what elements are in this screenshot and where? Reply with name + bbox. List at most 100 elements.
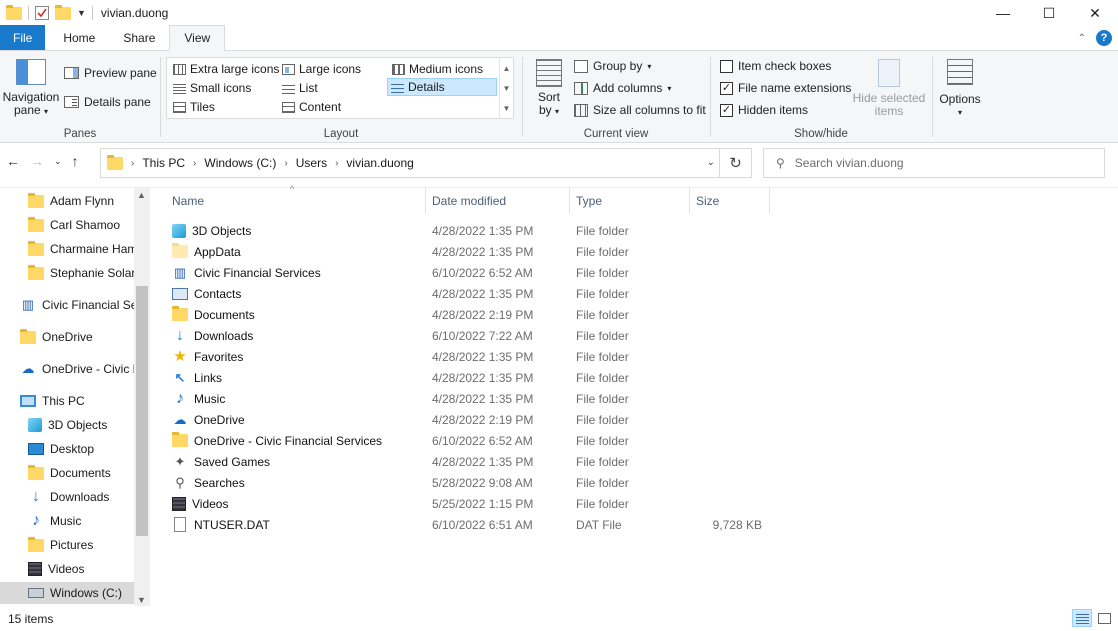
hidden-items-toggle[interactable]: ✓ Hidden items bbox=[720, 103, 808, 117]
chevron-right-icon[interactable]: › bbox=[284, 158, 287, 169]
file-name-cell[interactable]: ↖ Links bbox=[172, 367, 222, 388]
file-row[interactable]: ⚲ Searches 5/28/2022 9:08 AM File folder bbox=[166, 472, 766, 493]
chevron-right-icon[interactable]: › bbox=[193, 158, 196, 169]
column-header-date[interactable]: Date modified bbox=[426, 188, 570, 214]
scrollbar-thumb[interactable] bbox=[136, 286, 148, 536]
large-icons-option[interactable]: Large icons bbox=[279, 60, 364, 78]
file-name-cell[interactable]: Contacts bbox=[172, 283, 241, 304]
column-header-name[interactable]: Name bbox=[166, 188, 426, 214]
breadcrumb-this-pc[interactable]: This PC bbox=[142, 156, 185, 170]
close-button[interactable]: ✕ bbox=[1072, 0, 1118, 26]
nav-item[interactable]: ♪ Music bbox=[0, 510, 134, 532]
nav-item[interactable]: This PC bbox=[0, 390, 134, 412]
medium-icons-option[interactable]: Medium icons bbox=[389, 60, 486, 78]
file-row[interactable]: ↓ Downloads 6/10/2022 7:22 AM File folder bbox=[166, 325, 766, 346]
up-arrow-icon[interactable]: ↑ bbox=[72, 153, 79, 169]
search-box[interactable]: ⚲ Search vivian.duong bbox=[763, 148, 1105, 178]
tab-home[interactable]: Home bbox=[49, 25, 109, 50]
breadcrumb-vivian-duong[interactable]: vivian.duong bbox=[346, 156, 413, 170]
file-row[interactable]: Documents 4/28/2022 2:19 PM File folder bbox=[166, 304, 766, 325]
maximize-button[interactable]: ☐ bbox=[1026, 0, 1072, 26]
file-name-cell[interactable]: ⚲ Searches bbox=[172, 472, 244, 493]
properties-icon[interactable] bbox=[35, 6, 49, 20]
file-row[interactable]: AppData 4/28/2022 1:35 PM File folder bbox=[166, 241, 766, 262]
file-row[interactable]: ✦ Saved Games 4/28/2022 1:35 PM File folder bbox=[166, 451, 766, 472]
tiles-option[interactable]: Tiles bbox=[170, 98, 218, 116]
details-option[interactable]: Details bbox=[387, 78, 497, 96]
file-name-extensions-checkbox[interactable]: ✓ bbox=[720, 81, 733, 95]
refresh-button[interactable]: ↻ bbox=[720, 148, 752, 178]
nav-item[interactable]: Documents bbox=[0, 462, 134, 484]
nav-item[interactable]: Adam Flynn bbox=[0, 190, 134, 212]
scroll-down-icon[interactable]: ▼ bbox=[137, 595, 146, 605]
nav-item[interactable]: Stephanie Solare bbox=[0, 262, 134, 284]
small-icons-option[interactable]: Small icons bbox=[170, 79, 254, 97]
file-row[interactable]: NTUSER.DAT 6/10/2022 6:51 AM DAT File 9,728… bbox=[166, 514, 766, 535]
nav-scrollbar[interactable]: ▲ ▼ bbox=[134, 188, 150, 606]
tab-share[interactable]: Share bbox=[109, 25, 169, 50]
file-row[interactable]: Contacts 4/28/2022 1:35 PM File folder bbox=[166, 283, 766, 304]
collapse-ribbon-icon[interactable]: ⌃ bbox=[1078, 33, 1086, 44]
nav-item[interactable]: Windows (C:) bbox=[0, 582, 134, 604]
layout-gallery-scroll[interactable]: ▲ ▼ ▼ bbox=[499, 58, 513, 118]
add-columns-button[interactable]: Add columns ▾ bbox=[574, 81, 671, 95]
back-arrow-icon[interactable]: ← bbox=[6, 153, 20, 169]
column-header-type[interactable]: Type bbox=[570, 188, 690, 214]
minimize-button[interactable]: — bbox=[980, 0, 1026, 26]
hidden-items-checkbox[interactable]: ✓ bbox=[720, 103, 733, 117]
file-row[interactable]: ☁ OneDrive 4/28/2022 2:19 PM File folder bbox=[166, 409, 766, 430]
chevron-right-icon[interactable]: › bbox=[335, 158, 338, 169]
scroll-down-icon[interactable]: ▼ bbox=[503, 84, 511, 93]
customize-toolbar-icon[interactable]: ▼ bbox=[77, 8, 86, 18]
item-check-boxes-checkbox[interactable] bbox=[720, 59, 733, 73]
file-name-cell[interactable]: ▥ Civic Financial Services bbox=[172, 262, 321, 283]
help-icon[interactable]: ? bbox=[1096, 30, 1112, 46]
file-name-cell[interactable]: ☁ OneDrive bbox=[172, 409, 245, 430]
forward-arrow-icon[interactable]: → bbox=[30, 153, 44, 169]
tab-file[interactable]: File bbox=[0, 25, 46, 50]
extra-large-icons-option[interactable]: Extra large icons bbox=[170, 60, 282, 78]
tab-view[interactable]: View bbox=[169, 25, 226, 51]
file-name-cell[interactable]: ★ Favorites bbox=[172, 346, 243, 367]
file-name-extensions-toggle[interactable]: ✓ File name extensions bbox=[720, 81, 851, 95]
column-header-size[interactable]: Size bbox=[690, 188, 770, 214]
new-folder-icon[interactable] bbox=[55, 4, 71, 20]
address-bar[interactable]: › This PC › Windows (C:) › Users › vivia… bbox=[100, 148, 720, 178]
large-icons-view-button[interactable] bbox=[1094, 609, 1114, 627]
size-all-columns-button[interactable]: Size all columns to fit bbox=[574, 103, 706, 117]
nav-item[interactable]: OneDrive bbox=[0, 326, 134, 348]
details-pane-button[interactable]: Details pane bbox=[64, 95, 151, 109]
list-option[interactable]: List bbox=[279, 79, 321, 97]
file-name-cell[interactable]: ♪ Music bbox=[172, 388, 225, 409]
file-name-cell[interactable]: AppData bbox=[172, 241, 241, 262]
file-row[interactable]: ♪ Music 4/28/2022 1:35 PM File folder bbox=[166, 388, 766, 409]
address-dropdown-icon[interactable]: ⌄ bbox=[707, 157, 715, 168]
file-name-cell[interactable]: OneDrive - Civic Financial Services bbox=[172, 430, 382, 451]
file-row[interactable]: ↖ Links 4/28/2022 1:35 PM File folder bbox=[166, 367, 766, 388]
file-row[interactable]: Videos 5/25/2022 1:15 PM File folder bbox=[166, 493, 766, 514]
file-row[interactable]: OneDrive - Civic Financial Services 6/10/… bbox=[166, 430, 766, 451]
options-button[interactable]: Options ▾ bbox=[936, 59, 984, 119]
nav-item[interactable]: ▥ Civic Financial Ser bbox=[0, 294, 134, 316]
nav-item[interactable]: ↓ Downloads bbox=[0, 486, 134, 508]
nav-item[interactable]: Desktop bbox=[0, 438, 134, 460]
recent-locations-icon[interactable]: ⌄ bbox=[54, 156, 62, 167]
nav-item[interactable]: Videos bbox=[0, 558, 134, 580]
group-by-button[interactable]: Group by ▾ bbox=[574, 59, 651, 73]
chevron-right-icon[interactable]: › bbox=[131, 158, 134, 169]
nav-item[interactable]: Charmaine Ham bbox=[0, 238, 134, 260]
file-row[interactable]: ★ Favorites 4/28/2022 1:35 PM File folder bbox=[166, 346, 766, 367]
file-name-cell[interactable]: ↓ Downloads bbox=[172, 325, 253, 346]
file-row[interactable]: 3D Objects 4/28/2022 1:35 PM File folder bbox=[166, 220, 766, 241]
item-check-boxes-toggle[interactable]: Item check boxes bbox=[720, 59, 831, 73]
file-name-cell[interactable]: 3D Objects bbox=[172, 220, 251, 241]
nav-item[interactable]: 3D Objects bbox=[0, 414, 134, 436]
file-row[interactable]: ▥ Civic Financial Services 6/10/2022 6:52 … bbox=[166, 262, 766, 283]
breadcrumb-windows-c[interactable]: Windows (C:) bbox=[204, 156, 276, 170]
hide-selected-items-button[interactable]: Hide selected items bbox=[852, 59, 926, 118]
nav-item[interactable]: Carl Shamoo bbox=[0, 214, 134, 236]
details-view-button[interactable] bbox=[1072, 609, 1092, 627]
nav-item[interactable]: ☁ OneDrive - Civic F bbox=[0, 358, 135, 380]
file-name-cell[interactable]: Videos bbox=[172, 493, 228, 514]
scroll-up-icon[interactable]: ▲ bbox=[137, 190, 146, 200]
